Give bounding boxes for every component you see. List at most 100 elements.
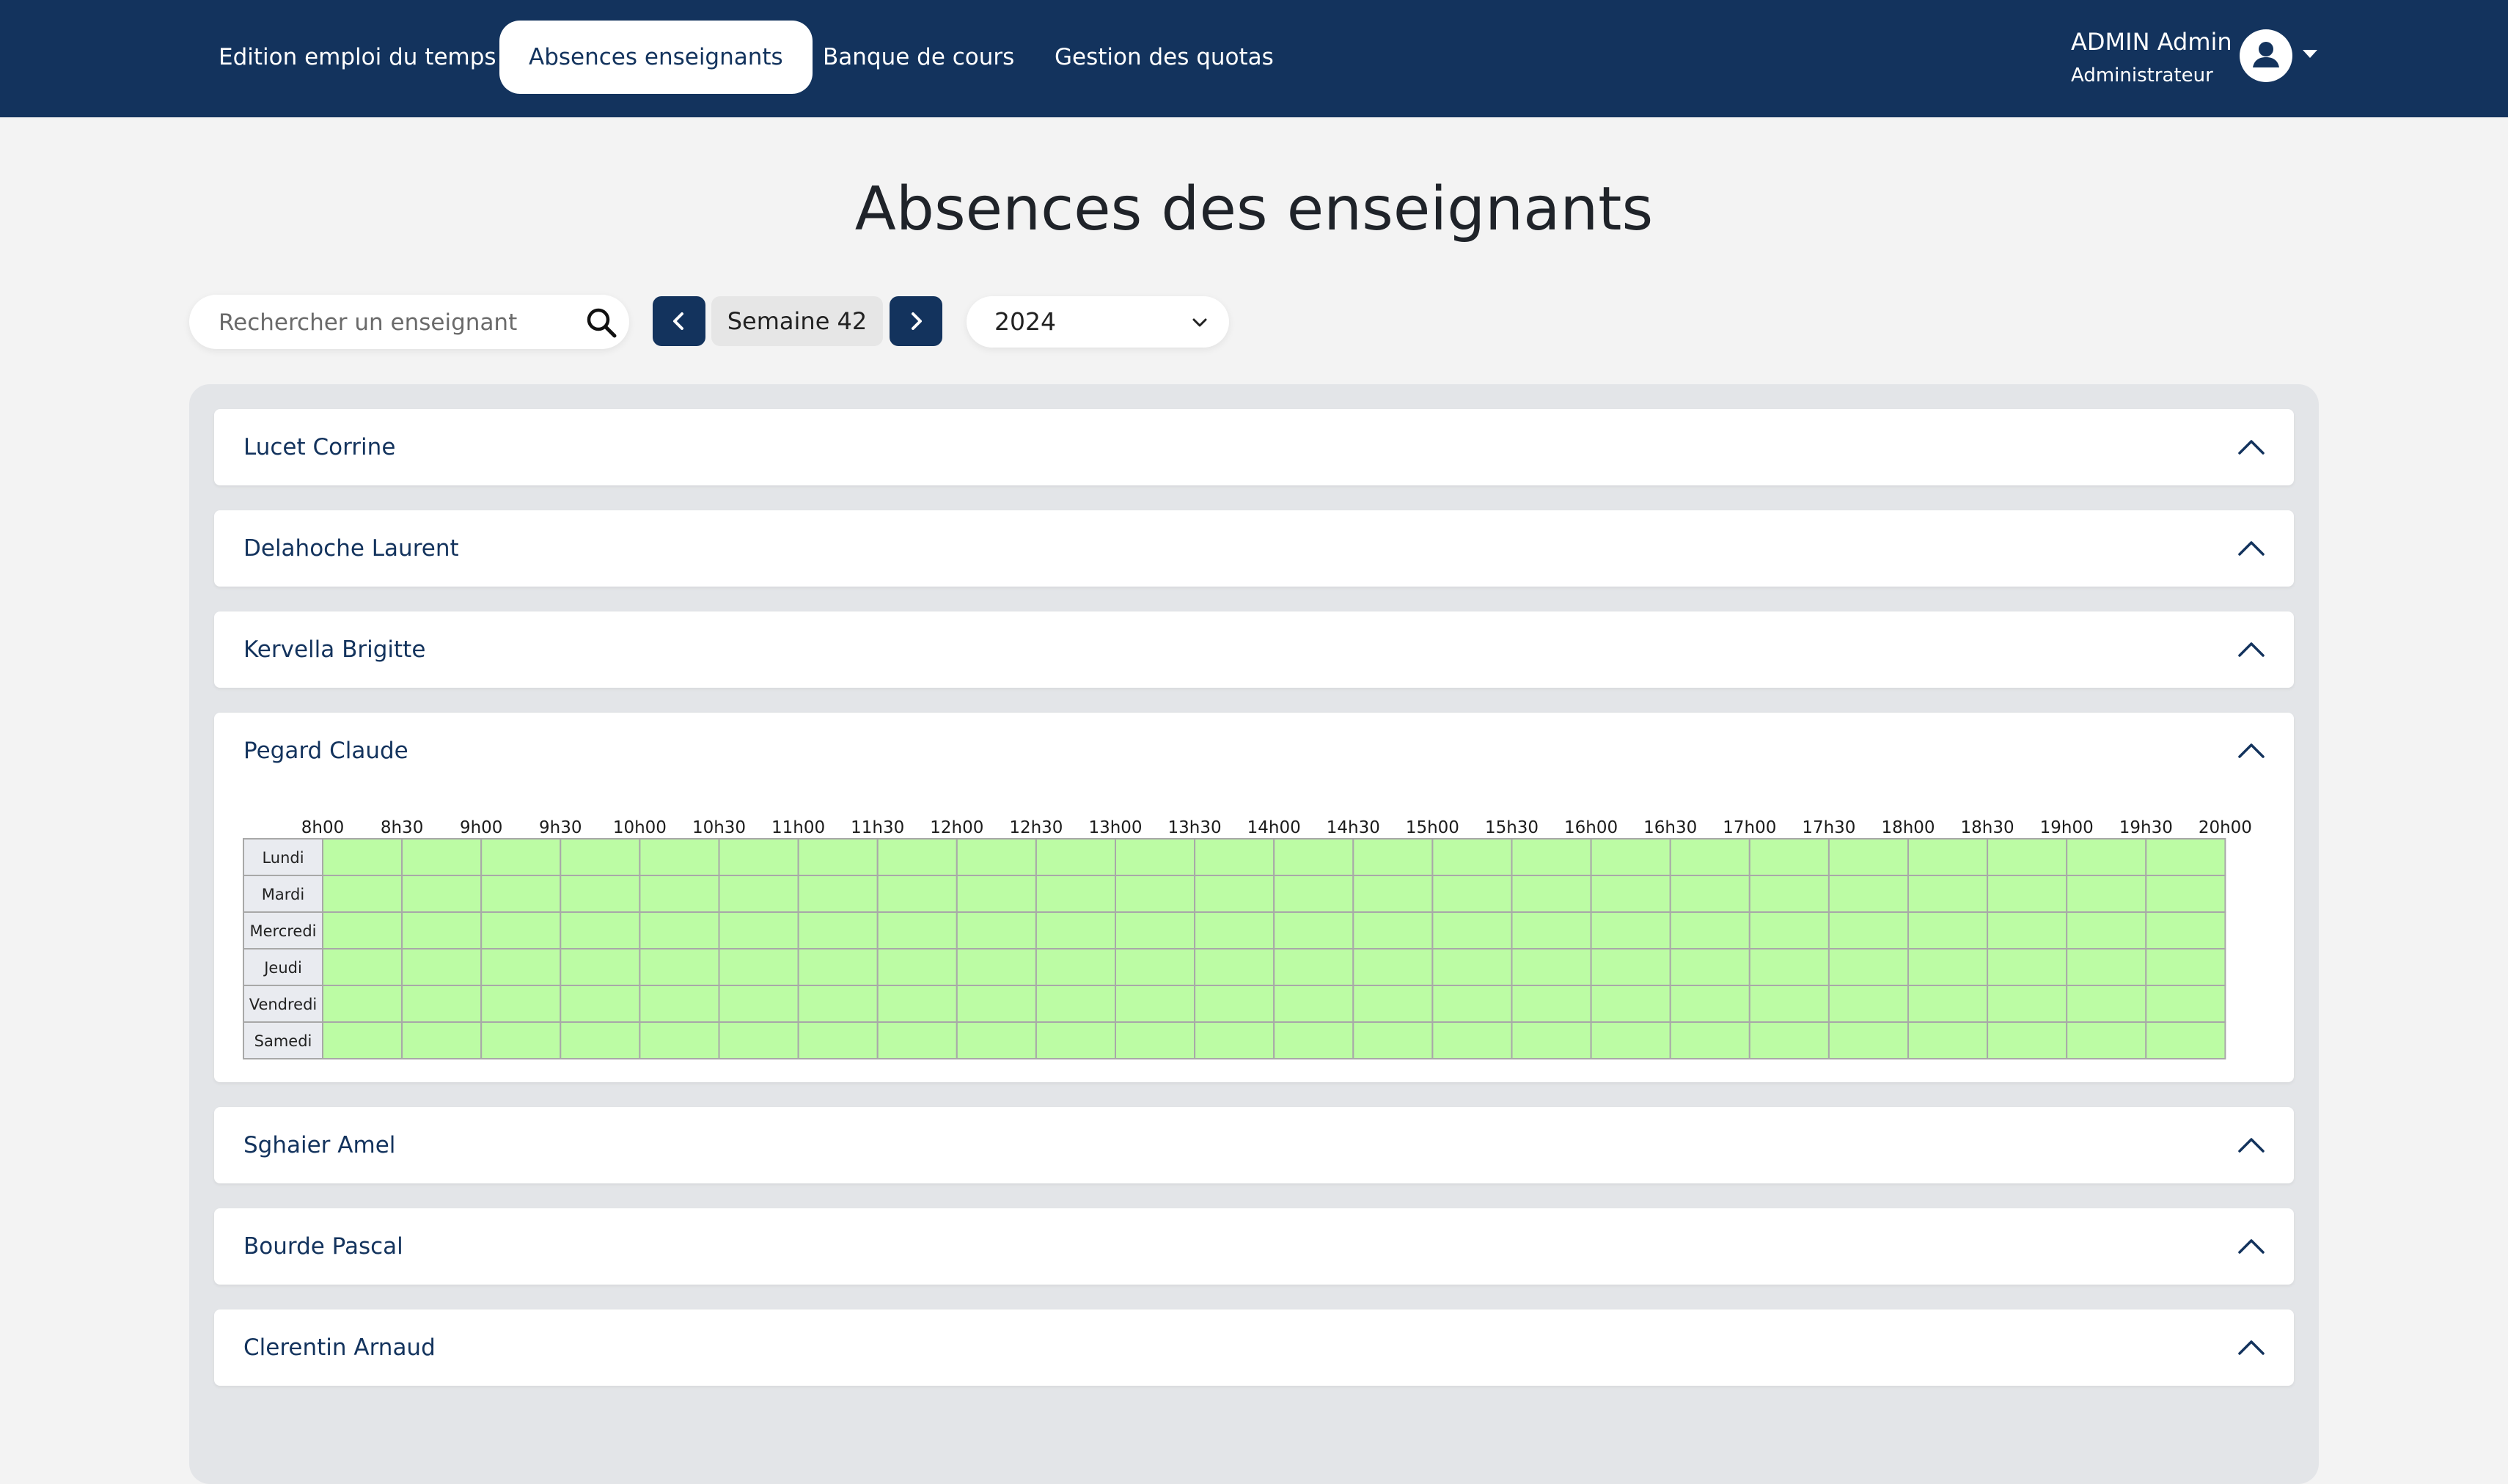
availability-cell[interactable] xyxy=(1907,875,1989,913)
availability-cell[interactable] xyxy=(639,838,720,876)
availability-cell[interactable] xyxy=(639,1021,720,1059)
nav-link-absences-enseignants[interactable]: Absences enseignants xyxy=(499,21,813,94)
availability-cell[interactable] xyxy=(956,948,1037,986)
availability-cell[interactable] xyxy=(1590,985,1671,1023)
availability-cell[interactable] xyxy=(1035,1021,1117,1059)
availability-cell[interactable] xyxy=(1669,838,1750,876)
availability-cell[interactable] xyxy=(2145,875,2226,913)
availability-cell[interactable] xyxy=(797,985,879,1023)
availability-cell[interactable] xyxy=(1511,985,1592,1023)
availability-cell[interactable] xyxy=(1273,875,1354,913)
availability-cell[interactable] xyxy=(322,838,403,876)
availability-cell[interactable] xyxy=(1194,985,1275,1023)
nav-link-banque-cours[interactable]: Banque de cours xyxy=(793,21,1044,94)
availability-cell[interactable] xyxy=(1827,875,1909,913)
chevron-up-icon[interactable] xyxy=(2237,1235,2266,1257)
availability-cell[interactable] xyxy=(718,1021,799,1059)
availability-cell[interactable] xyxy=(480,948,562,986)
availability-cell[interactable] xyxy=(1273,838,1354,876)
chevron-up-icon[interactable] xyxy=(2237,436,2266,458)
availability-cell[interactable] xyxy=(401,911,483,949)
availability-cell[interactable] xyxy=(1590,875,1671,913)
availability-cell[interactable] xyxy=(1352,948,1434,986)
nav-link-gestion-quotas[interactable]: Gestion des quotas xyxy=(1025,21,1303,94)
availability-cell[interactable] xyxy=(1431,1021,1513,1059)
availability-cell[interactable] xyxy=(2066,1021,2147,1059)
teacher-card-header[interactable]: Bourde Pascal xyxy=(214,1208,2294,1285)
availability-cell[interactable] xyxy=(718,875,799,913)
availability-cell[interactable] xyxy=(1669,1021,1750,1059)
availability-cell[interactable] xyxy=(1035,838,1117,876)
availability-cell[interactable] xyxy=(1352,985,1434,1023)
chevron-up-icon[interactable] xyxy=(2237,1134,2266,1156)
availability-cell[interactable] xyxy=(1987,948,2068,986)
availability-cell[interactable] xyxy=(639,911,720,949)
availability-cell[interactable] xyxy=(797,948,879,986)
availability-cell[interactable] xyxy=(1669,911,1750,949)
availability-cell[interactable] xyxy=(560,948,641,986)
teacher-card-header[interactable]: Lucet Corrine xyxy=(214,409,2294,485)
availability-cell[interactable] xyxy=(1035,948,1117,986)
availability-cell[interactable] xyxy=(560,911,641,949)
availability-cell[interactable] xyxy=(1987,838,2068,876)
teacher-card-header[interactable]: Kervella Brigitte xyxy=(214,611,2294,688)
availability-cell[interactable] xyxy=(876,948,958,986)
availability-cell[interactable] xyxy=(1907,838,1989,876)
availability-cell[interactable] xyxy=(401,1021,483,1059)
teacher-search-input[interactable] xyxy=(217,295,572,350)
availability-cell[interactable] xyxy=(1431,875,1513,913)
availability-cell[interactable] xyxy=(1115,985,1196,1023)
availability-cell[interactable] xyxy=(1431,838,1513,876)
availability-cell[interactable] xyxy=(1352,875,1434,913)
availability-cell[interactable] xyxy=(1987,985,2068,1023)
year-select[interactable]: 2024 xyxy=(967,296,1229,348)
availability-cell[interactable] xyxy=(1511,911,1592,949)
availability-cell[interactable] xyxy=(480,875,562,913)
availability-cell[interactable] xyxy=(1907,985,1989,1023)
availability-cell[interactable] xyxy=(2145,838,2226,876)
availability-cell[interactable] xyxy=(876,875,958,913)
availability-cell[interactable] xyxy=(876,1021,958,1059)
availability-cell[interactable] xyxy=(2145,1021,2226,1059)
availability-cell[interactable] xyxy=(1352,838,1434,876)
chevron-up-icon[interactable] xyxy=(2237,1336,2266,1358)
previous-week-button[interactable] xyxy=(653,296,705,346)
availability-cell[interactable] xyxy=(956,985,1037,1023)
user-avatar-icon[interactable] xyxy=(2240,29,2292,82)
availability-cell[interactable] xyxy=(1511,948,1592,986)
availability-cell[interactable] xyxy=(1827,948,1909,986)
availability-cell[interactable] xyxy=(1907,948,1989,986)
availability-cell[interactable] xyxy=(2145,911,2226,949)
availability-cell[interactable] xyxy=(560,985,641,1023)
availability-cell[interactable] xyxy=(1035,985,1117,1023)
availability-cell[interactable] xyxy=(401,985,483,1023)
availability-cell[interactable] xyxy=(1431,911,1513,949)
availability-cell[interactable] xyxy=(1273,948,1354,986)
availability-cell[interactable] xyxy=(1115,875,1196,913)
availability-cell[interactable] xyxy=(876,985,958,1023)
availability-cell[interactable] xyxy=(322,911,403,949)
availability-cell[interactable] xyxy=(1511,1021,1592,1059)
user-menu-caret-icon[interactable] xyxy=(2303,50,2317,58)
nav-link-edition-emploi[interactable]: Edition emploi du temps xyxy=(189,21,526,94)
availability-cell[interactable] xyxy=(1511,875,1592,913)
availability-cell[interactable] xyxy=(956,838,1037,876)
availability-cell[interactable] xyxy=(322,985,403,1023)
availability-cell[interactable] xyxy=(1987,911,2068,949)
availability-cell[interactable] xyxy=(2066,838,2147,876)
availability-cell[interactable] xyxy=(401,875,483,913)
availability-cell[interactable] xyxy=(2066,911,2147,949)
availability-cell[interactable] xyxy=(560,875,641,913)
availability-cell[interactable] xyxy=(1748,948,1830,986)
availability-cell[interactable] xyxy=(956,1021,1037,1059)
availability-cell[interactable] xyxy=(1194,948,1275,986)
availability-cell[interactable] xyxy=(797,875,879,913)
availability-cell[interactable] xyxy=(1907,1021,1989,1059)
availability-cell[interactable] xyxy=(1194,875,1275,913)
availability-cell[interactable] xyxy=(1590,1021,1671,1059)
availability-cell[interactable] xyxy=(1511,838,1592,876)
availability-cell[interactable] xyxy=(1273,911,1354,949)
availability-cell[interactable] xyxy=(1907,911,1989,949)
availability-cell[interactable] xyxy=(560,1021,641,1059)
search-icon[interactable] xyxy=(585,306,617,339)
